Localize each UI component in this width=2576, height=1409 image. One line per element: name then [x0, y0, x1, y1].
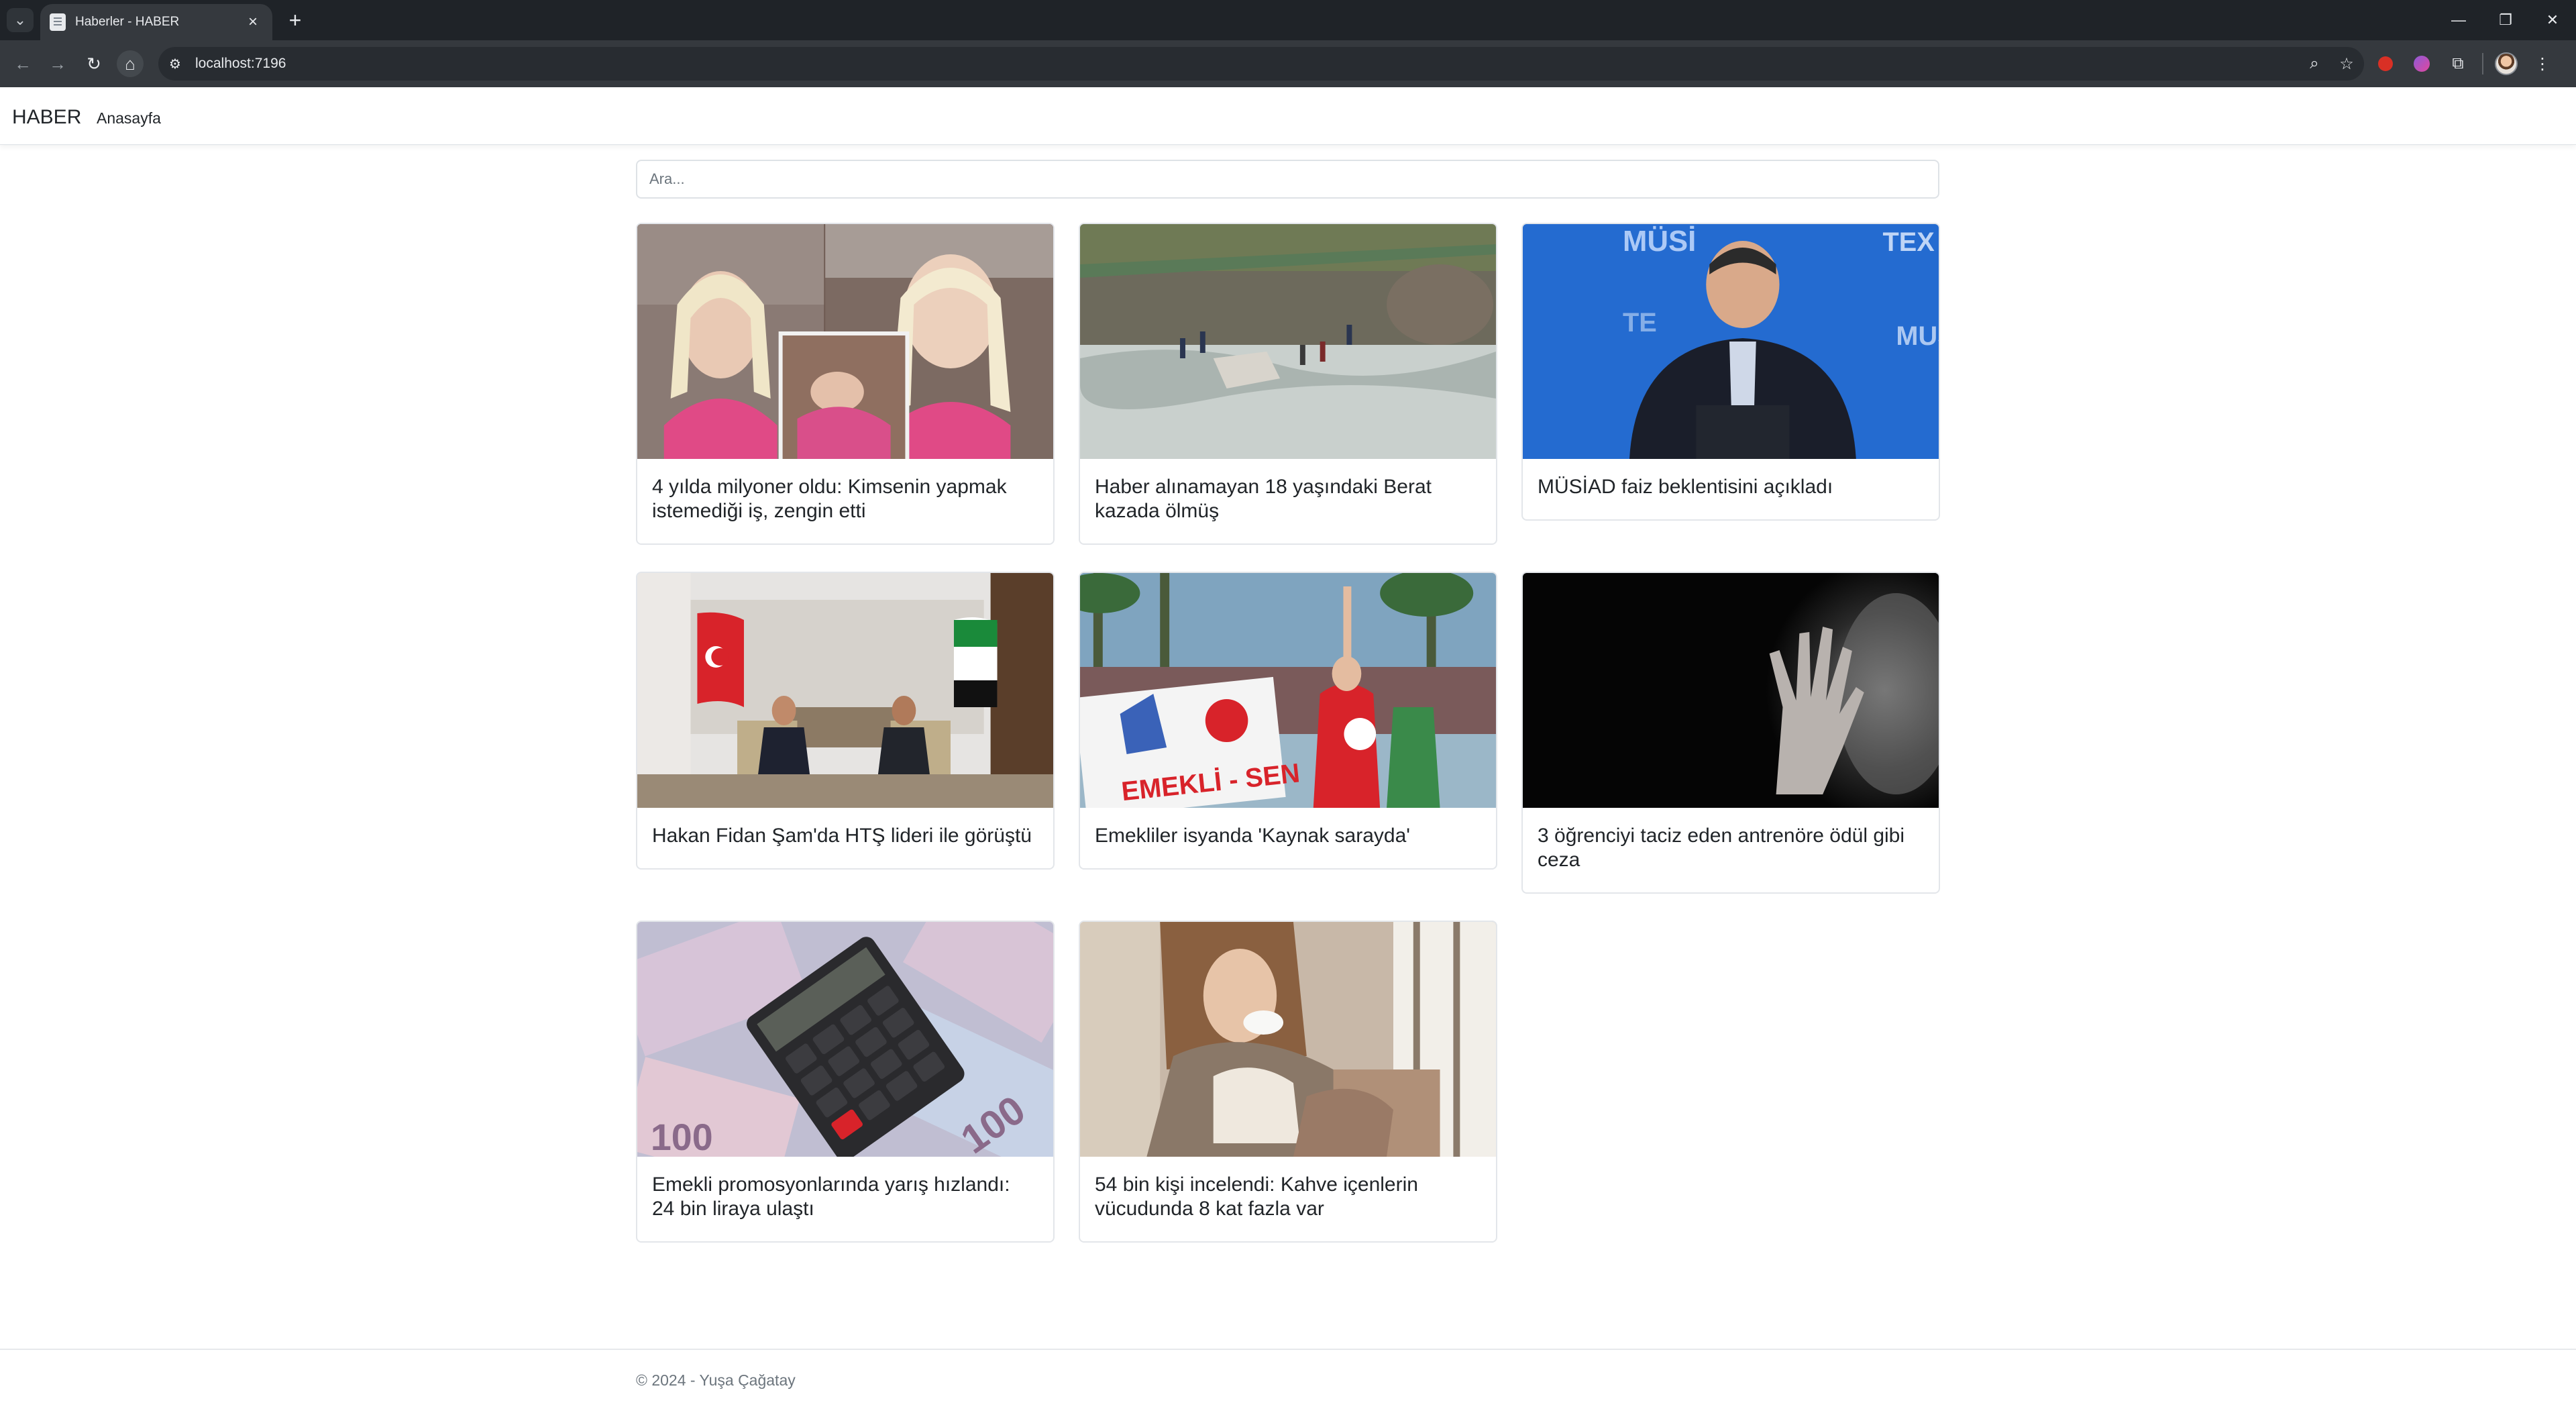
svg-text:100: 100 — [651, 1116, 713, 1157]
site-info-tune-icon[interactable]: ⚙ — [162, 50, 189, 77]
tab-search-chevron-icon[interactable]: ⌄ — [7, 8, 34, 32]
extension-red-icon[interactable] — [2372, 50, 2399, 77]
document-icon — [50, 13, 66, 31]
news-card[interactable]: 100 100 Emekli promosyonlarında yarış hı… — [636, 921, 1055, 1243]
nav-link-anasayfa[interactable]: Anasayfa — [97, 109, 161, 127]
svg-text:MÜSİ: MÜSİ — [1623, 225, 1696, 258]
window-close-icon[interactable]: ✕ — [2529, 0, 2576, 40]
card-body: MÜSİAD faiz beklentisini açıkladı — [1523, 459, 1939, 519]
card-title[interactable]: MÜSİAD faiz beklentisini açıkladı — [1538, 475, 1923, 499]
news-image-speaker: MÜSİ TEX MUS TE — [1523, 224, 1939, 459]
new-tab-plus-icon[interactable]: + — [282, 7, 309, 34]
forward-arrow-icon[interactable]: → — [44, 50, 71, 77]
restore-icon[interactable]: ❐ — [2482, 0, 2529, 40]
site-navbar: HABER Anasayfa — [0, 87, 2576, 145]
card-title[interactable]: 3 öğrenciyi taciz eden antrenöre ödül gi… — [1538, 824, 1923, 872]
news-card[interactable]: Hakan Fidan Şam'da HTŞ lideri ile görüşt… — [636, 572, 1055, 870]
site-footer: © 2024 - Yuşa Çağatay — [0, 1349, 2576, 1409]
news-image-meeting — [637, 573, 1053, 808]
news-image-money-calculator: 100 100 — [637, 922, 1053, 1157]
card-title[interactable]: Hakan Fidan Şam'da HTŞ lideri ile görüşt… — [652, 824, 1037, 848]
news-card[interactable]: 54 bin kişi incelendi: Kahve içenlerin v… — [1079, 921, 1497, 1243]
profile-avatar[interactable] — [2493, 50, 2520, 77]
card-title[interactable]: Haber alınamayan 18 yaşındaki Berat kaza… — [1095, 475, 1480, 523]
home-icon[interactable]: ⌂ — [117, 50, 144, 77]
bookmark-star-icon[interactable]: ☆ — [2332, 49, 2361, 79]
svg-text:MUS: MUS — [1896, 321, 1939, 351]
browser-tab-strip: ⌄ Haberler - HABER × + — ❐ ✕ — [0, 0, 2576, 40]
card-body: Hakan Fidan Şam'da HTŞ lideri ile görüşt… — [637, 808, 1053, 868]
window-controls: — ❐ ✕ — [2435, 0, 2576, 40]
back-arrow-icon[interactable]: ← — [9, 50, 36, 77]
card-body: 54 bin kişi incelendi: Kahve içenlerin v… — [1080, 1157, 1496, 1241]
browser-toolbar: ← → ↻ ⌂ ⚙ localhost:7196 ⌕ ☆ ⧉ ⋮ — [0, 40, 2576, 87]
browser-tab[interactable]: Haberler - HABER × — [40, 4, 272, 40]
minimize-icon[interactable]: — — [2435, 0, 2482, 40]
footer-copyright: © 2024 - Yuşa Çağatay — [636, 1371, 796, 1389]
card-title[interactable]: Emekli promosyonlarında yarış hızlandı: … — [652, 1173, 1037, 1221]
search-input[interactable] — [636, 160, 1939, 199]
tab-title: Haberler - HABER — [75, 15, 180, 29]
news-card[interactable]: 3 öğrenciyi taciz eden antrenöre ödül gi… — [1521, 572, 1940, 894]
card-body: 3 öğrenciyi taciz eden antrenöre ödül gi… — [1523, 808, 1939, 892]
news-card[interactable]: EMEKLİ - SEN Emekliler isyanda 'Kaynak s… — [1079, 572, 1497, 870]
more-menu-icon[interactable]: ⋮ — [2529, 50, 2556, 77]
card-title[interactable]: Emekliler isyanda 'Kaynak sarayda' — [1095, 824, 1480, 848]
card-body: Emekli promosyonlarında yarış hızlandı: … — [637, 1157, 1053, 1241]
brand-link[interactable]: HABER — [12, 106, 81, 129]
news-image-river-accident — [1080, 224, 1496, 459]
svg-text:TE: TE — [1623, 308, 1657, 337]
reload-icon[interactable]: ↻ — [80, 50, 107, 77]
extensions-puzzle-icon[interactable]: ⧉ — [2445, 50, 2471, 77]
svg-text:TEX: TEX — [1883, 227, 1935, 257]
news-card[interactable]: Haber alınamayan 18 yaşındaki Berat kaza… — [1079, 223, 1497, 545]
url-text[interactable]: localhost:7196 — [195, 56, 2300, 72]
card-body: Haber alınamayan 18 yaşındaki Berat kaza… — [1080, 459, 1496, 543]
close-icon[interactable]: × — [243, 13, 263, 32]
news-image-collage — [637, 224, 1053, 459]
zoom-icon[interactable]: ⌕ — [2300, 49, 2329, 79]
card-title[interactable]: 4 yılda milyoner oldu: Kimsenin yapmak i… — [652, 475, 1037, 523]
address-bar[interactable]: ⚙ localhost:7196 ⌕ ☆ — [158, 47, 2364, 81]
news-card[interactable]: MÜSİ TEX MUS TE MÜSİAD faiz beklentisini… — [1521, 223, 1940, 521]
news-image-protest: EMEKLİ - SEN — [1080, 573, 1496, 808]
news-card[interactable]: 4 yılda milyoner oldu: Kimsenin yapmak i… — [636, 223, 1055, 545]
extension-purple-icon[interactable] — [2408, 50, 2435, 77]
toolbar-divider — [2482, 53, 2483, 74]
news-image-coffee — [1080, 922, 1496, 1157]
card-title[interactable]: 54 bin kişi incelendi: Kahve içenlerin v… — [1095, 1173, 1480, 1221]
card-body: 4 yılda milyoner oldu: Kimsenin yapmak i… — [637, 459, 1053, 543]
card-body: Emekliler isyanda 'Kaynak sarayda' — [1080, 808, 1496, 868]
extensions-area: ⧉ ⋮ — [2372, 50, 2565, 77]
news-image-stop-hand — [1523, 573, 1939, 808]
